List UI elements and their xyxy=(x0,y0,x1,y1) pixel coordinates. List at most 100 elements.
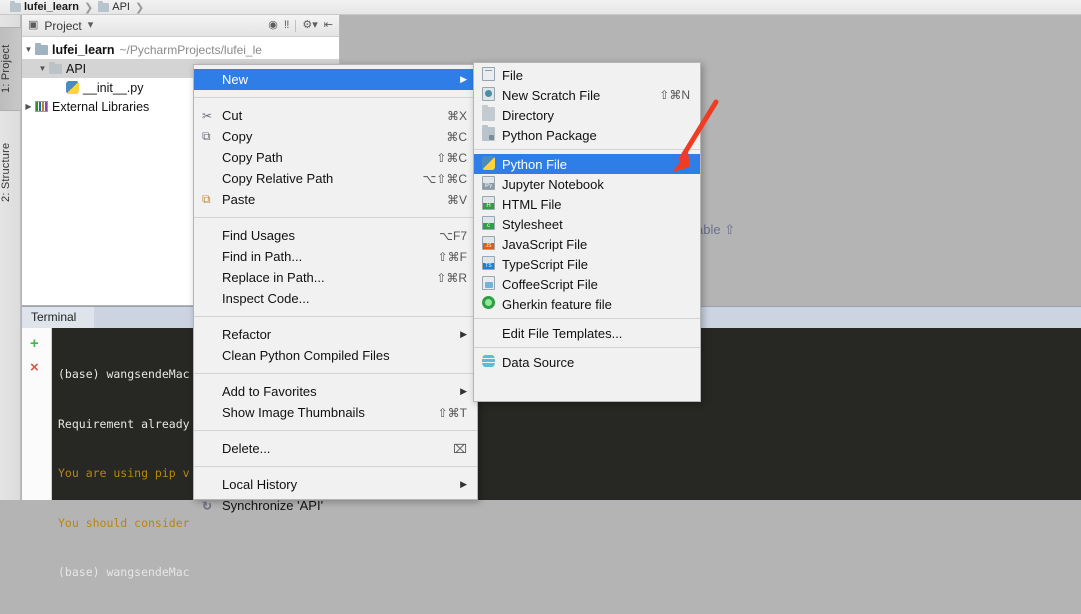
menu-item-label: Refactor xyxy=(222,327,272,342)
menu-item-delete[interactable]: Delete... ⌧ xyxy=(194,438,477,459)
submenu-item-label: Python Package xyxy=(502,127,597,143)
menu-separator xyxy=(194,430,477,431)
menu-item-label: Clean Python Compiled Files xyxy=(222,348,390,363)
submenu-item-data-source[interactable]: Data Source xyxy=(474,352,700,372)
submenu-item-python-package[interactable]: Python Package xyxy=(474,124,700,145)
menu-item-show-image-thumbnails[interactable]: Show Image Thumbnails ⇧⌘T xyxy=(194,402,477,423)
project-toolbar: ▣ Project ▾ ◉ ‼ ⚙▾ ⇤ xyxy=(22,15,339,37)
menu-item-replace-in-path[interactable]: Replace in Path... ⇧⌘R xyxy=(194,267,477,288)
terminal-close-icon[interactable]: × xyxy=(30,360,39,375)
paste-icon: ⧉ xyxy=(202,192,211,206)
menu-item-copy-relative-path[interactable]: Copy Relative Path ⌥⇧⌘C xyxy=(194,168,477,189)
context-menu-group: ✂ Cut ⌘X ⧉ Copy ⌘C Copy Path ⇧⌘C Copy Re… xyxy=(194,102,477,213)
submenu-item-directory[interactable]: Directory xyxy=(474,104,700,125)
submenu-item-stylesheet[interactable]: Stylesheet xyxy=(474,214,700,234)
menu-item-shortcut: ⌘V xyxy=(446,192,467,207)
submenu-arrow-icon: ▶ xyxy=(460,479,467,489)
submenu-item-typescript-file[interactable]: TypeScript File xyxy=(474,254,700,274)
project-view-icon: ▣ xyxy=(28,19,39,31)
menu-item-shortcut: ⌧ xyxy=(453,441,467,456)
data-source-icon xyxy=(482,354,502,370)
tree-node-label: External Libraries xyxy=(52,99,150,114)
tool-tab-structure[interactable]: 2: Structure xyxy=(0,125,21,219)
collapse-arrow-icon[interactable]: ▶ xyxy=(22,102,35,111)
collapse-all-icon[interactable]: ‼ xyxy=(284,20,290,31)
menu-separator xyxy=(194,217,477,218)
menu-item-clean-python-compiled-files[interactable]: Clean Python Compiled Files xyxy=(194,345,477,366)
menu-item-local-history[interactable]: Local History ▶ xyxy=(194,474,477,495)
terminal-tab-label: Terminal xyxy=(31,310,77,324)
menu-separator xyxy=(474,347,700,348)
menu-separator xyxy=(474,318,700,319)
breadcrumb-label: API xyxy=(112,0,130,13)
gear-icon[interactable]: ⚙▾ xyxy=(302,20,317,31)
submenu-item-label: CoffeeScript File xyxy=(502,276,598,292)
terminal-tab[interactable]: Terminal xyxy=(22,307,95,329)
chevron-down-icon[interactable]: ▾ xyxy=(88,20,94,31)
breadcrumb-separator-icon: ❯ xyxy=(134,1,145,14)
menu-item-label: Delete... xyxy=(222,441,271,456)
menu-item-paste[interactable]: ⧉ Paste ⌘V xyxy=(194,189,477,210)
menu-item-copy-path[interactable]: Copy Path ⇧⌘C xyxy=(194,147,477,168)
submenu-item-python-file[interactable]: Python File xyxy=(474,154,700,174)
menu-item-refactor[interactable]: Refactor ▶ xyxy=(194,324,477,345)
folder-icon xyxy=(35,42,48,55)
terminal-add-icon[interactable]: + xyxy=(30,336,39,351)
submenu-item-jupyter-notebook[interactable]: Jupyter Notebook xyxy=(474,174,700,194)
submenu-item-new-scratch-file[interactable]: New Scratch File ⇧⌘N xyxy=(474,85,700,105)
submenu-item-label: File xyxy=(502,67,523,83)
menu-item-new[interactable]: New ▶ xyxy=(194,69,477,90)
breadcrumb-item-api[interactable]: API xyxy=(98,0,130,13)
expand-arrow-icon[interactable]: ▼ xyxy=(36,64,49,73)
python-file-icon xyxy=(482,155,502,173)
submenu-item-label: Jupyter Notebook xyxy=(502,176,604,192)
scratch-file-icon xyxy=(482,86,502,104)
submenu-item-coffeescript-file[interactable]: CoffeeScript File xyxy=(474,274,700,294)
menu-item-shortcut: ⌥F7 xyxy=(439,228,467,243)
toolbar-divider xyxy=(295,19,297,32)
expand-arrow-icon[interactable]: ▼ xyxy=(22,45,35,54)
menu-item-shortcut: ⇧⌘T xyxy=(437,405,467,420)
tree-node-label: lufei_learn xyxy=(52,42,115,57)
target-icon[interactable]: ◉ xyxy=(268,20,278,31)
menu-item-add-to-favorites[interactable]: Add to Favorites ▶ xyxy=(194,381,477,402)
tool-tab-project[interactable]: 1: Project xyxy=(0,27,21,111)
submenu-item-file[interactable]: File xyxy=(474,65,700,85)
menu-item-shortcut: ⇧⌘R xyxy=(436,270,467,285)
html-file-icon xyxy=(482,195,502,213)
breadcrumb-item-project[interactable]: lufei_learn xyxy=(10,0,79,13)
submenu-arrow-icon: ▶ xyxy=(460,386,467,396)
menu-item-copy[interactable]: ⧉ Copy ⌘C xyxy=(194,126,477,147)
menu-item-synchronize-api[interactable]: ↻ Synchronize 'API' xyxy=(194,495,477,516)
context-menu-group: Add to Favorites ▶ Show Image Thumbnails… xyxy=(194,378,477,426)
menu-item-label: Copy Path xyxy=(222,150,283,165)
menu-item-inspect-code[interactable]: Inspect Code... xyxy=(194,288,477,309)
editor-hint-text: able ⇧ xyxy=(696,222,736,237)
submenu-item-label: TypeScript File xyxy=(502,256,588,272)
context-menu-group: Delete... ⌧ xyxy=(194,435,477,462)
tool-tab-project-label: 1: Project xyxy=(0,44,12,94)
submenu-item-javascript-file[interactable]: JavaScript File xyxy=(474,234,700,254)
submenu-item-edit-file-templates[interactable]: Edit File Templates... xyxy=(474,323,700,343)
submenu-item-gherkin-feature-file[interactable]: Gherkin feature file xyxy=(474,294,700,314)
menu-item-label: Find in Path... xyxy=(222,249,303,264)
submenu-item-html-file[interactable]: HTML File xyxy=(474,194,700,214)
hide-icon[interactable]: ⇤ xyxy=(324,20,333,31)
menu-item-label: Copy Relative Path xyxy=(222,171,334,186)
new-submenu: File New Scratch File ⇧⌘N Directory Pyth… xyxy=(473,62,701,402)
tool-window-strip: 1: Project 2: Structure xyxy=(0,15,21,500)
menu-item-label: Synchronize 'API' xyxy=(222,498,324,513)
menu-separator xyxy=(194,97,477,98)
menu-item-find-usages[interactable]: Find Usages ⌥F7 xyxy=(194,225,477,246)
menu-item-label: Local History xyxy=(222,477,298,492)
menu-item-label: Add to Favorites xyxy=(222,384,317,399)
menu-separator xyxy=(194,466,477,467)
submenu-item-shortcut: ⇧⌘N xyxy=(659,88,690,102)
menu-item-label: New xyxy=(222,72,249,87)
menu-item-find-in-path[interactable]: Find in Path... ⇧⌘F xyxy=(194,246,477,267)
breadcrumb: lufei_learn ❯ API ❯ xyxy=(0,0,1081,15)
tree-node-path: ~/PycharmProjects/lufei_le xyxy=(119,42,262,57)
menu-item-label: Cut xyxy=(222,108,243,123)
tree-row-lufei-learn[interactable]: ▼ lufei_learn ~/PycharmProjects/lufei_le xyxy=(22,40,339,59)
menu-item-cut[interactable]: ✂ Cut ⌘X xyxy=(194,105,477,126)
